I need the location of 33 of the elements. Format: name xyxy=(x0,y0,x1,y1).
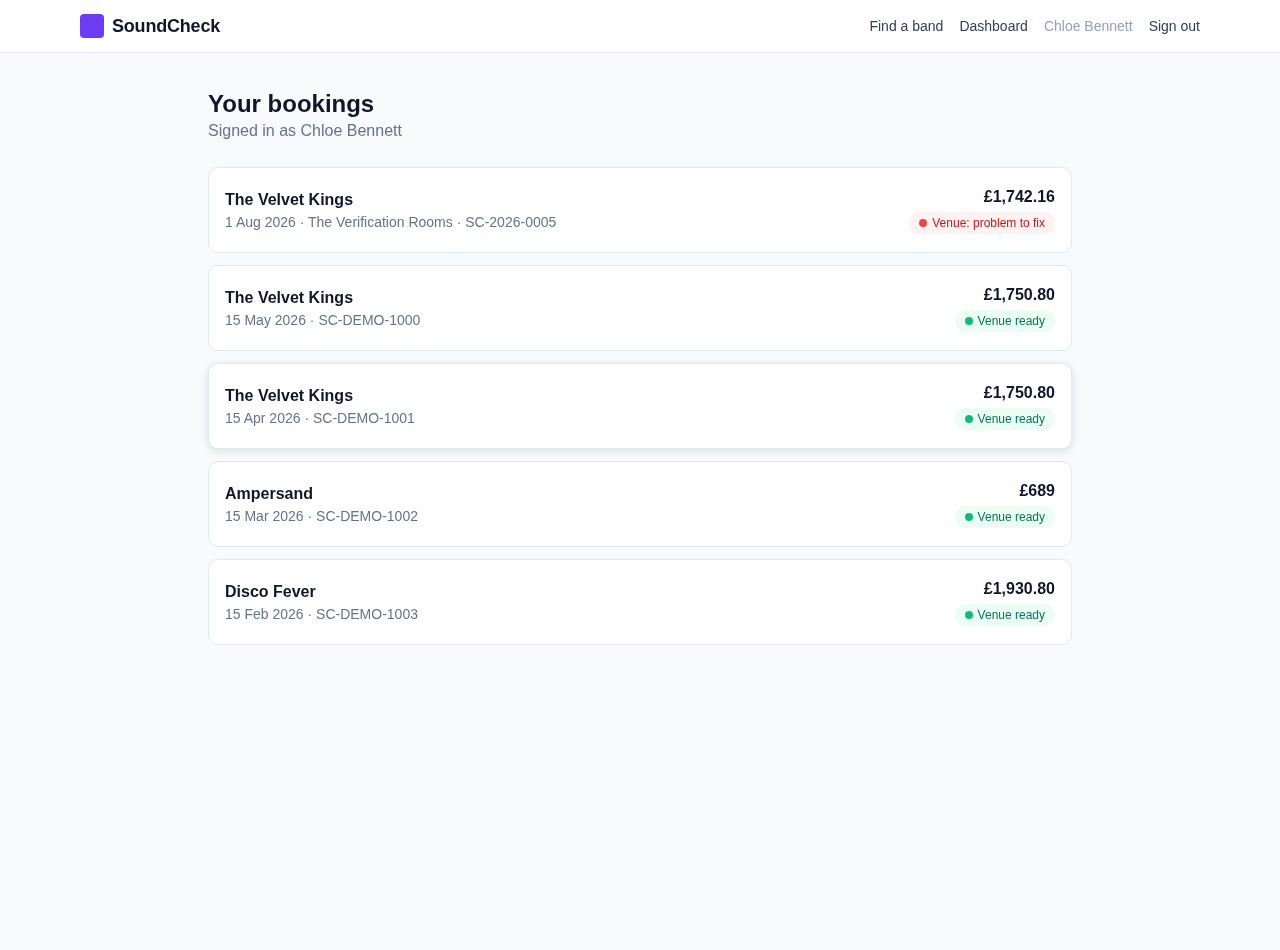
booking-details: 15 May 2026 · SC-DEMO-1000 xyxy=(225,310,421,330)
page-subtitle: Signed in as Chloe Bennett xyxy=(208,121,403,141)
booking-details: 15 Feb 2026 · SC-DEMO-1003 xyxy=(225,604,418,624)
booking-card[interactable]: The Velvet Kings 15 Apr 2026 · SC-DEMO-1001 £1,750.80 Venue ready xyxy=(208,363,1072,449)
nav-link[interactable]: Sign out xyxy=(1148,15,1200,37)
nav-link[interactable]: Dashboard xyxy=(959,15,1028,37)
nav-link[interactable]: Find a band xyxy=(869,15,944,37)
status-label: Venue ready xyxy=(977,606,1045,624)
status-label: Venue ready xyxy=(977,508,1045,526)
booking-card[interactable]: The Velvet Kings 1 Aug 2026 · The Verification Rooms · SC-2026-0005 £1,742.16 Venue: problem to fix xyxy=(208,167,1072,253)
booking-card[interactable]: The Velvet Kings 15 May 2026 · SC-DEMO-1000 £1,750.80 Venue ready xyxy=(208,265,1072,351)
page-title: Your bookings xyxy=(208,89,376,119)
booking-price: £1,742.16 xyxy=(983,186,1055,207)
booking-details: 15 Mar 2026 · SC-DEMO-1002 xyxy=(225,506,418,526)
band-name: The Velvet Kings xyxy=(225,385,355,406)
logo-text[interactable]: SoundCheck xyxy=(112,12,220,40)
user-name: Chloe Bennett xyxy=(1043,16,1133,36)
booking-price: £1,930.80 xyxy=(983,578,1055,599)
booking-price: £1,750.80 xyxy=(983,284,1055,305)
booking-card[interactable]: Ampersand 15 Mar 2026 · SC-DEMO-1002 £689 Venue ready xyxy=(208,461,1072,547)
status-label: Venue: problem to fix xyxy=(932,214,1045,232)
band-name: Disco Fever xyxy=(225,581,317,602)
booking-price: £1,750.80 xyxy=(983,382,1055,403)
band-name: Ampersand xyxy=(225,483,315,504)
booking-details: 15 Apr 2026 · SC-DEMO-1001 xyxy=(225,408,415,428)
booking-card[interactable]: Disco Fever 15 Feb 2026 · SC-DEMO-1003 £1,930.80 Venue ready xyxy=(208,559,1072,645)
status-label: Venue ready xyxy=(977,410,1045,428)
logo-icon xyxy=(80,14,104,38)
band-name: The Velvet Kings xyxy=(225,287,355,308)
booking-price: £689 xyxy=(1019,480,1055,501)
band-name: The Velvet Kings xyxy=(225,189,355,210)
status-label: Venue ready xyxy=(977,312,1045,330)
booking-details: 1 Aug 2026 · The Verification Rooms · SC-2026-0005 xyxy=(225,212,557,232)
